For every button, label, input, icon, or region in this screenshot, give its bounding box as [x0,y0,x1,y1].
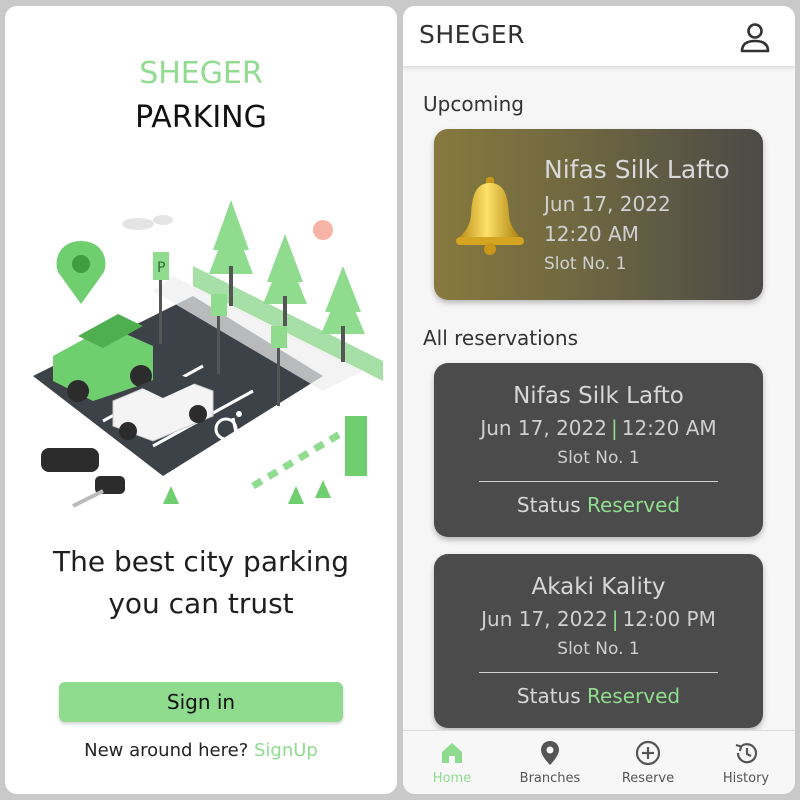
status-value: Reserved [587,493,681,517]
nav-item-home[interactable]: Home [403,731,501,794]
tagline: The best city parking you can trust [5,541,397,625]
upcoming-section-title: Upcoming [423,92,524,116]
reservation-time: 12:00 PM [622,607,716,631]
app-bar: SHEGER [403,6,795,66]
nav-label-branches: Branches [519,771,581,786]
reservation-slot: Slot No. 1 [557,448,640,468]
reservation-time: 12:20 AM [621,416,717,440]
welcome-screen: SHEGER PARKING P The best city parking y… [5,6,397,794]
svg-text:P: P [157,260,165,276]
reservation-datetime: Jun 17, 2022 | 12:20 AM [434,416,763,440]
upcoming-date: Jun 17, 2022 [544,192,671,216]
status-value: Reserved [587,684,681,708]
reservation-date: Jun 17, 2022 [481,607,608,631]
history-icon [735,743,758,764]
nav-label-history: History [722,771,770,786]
card-divider [479,481,718,482]
tagline-line2: you can trust [108,587,294,620]
brand-title-line2: PARKING [135,100,267,135]
status-label: Status [516,684,581,708]
upcoming-branch-name: Nifas Silk Lafto [544,155,730,184]
bottom-navigation: Home Branches Reserve History [403,730,795,794]
bell-icon [456,177,524,255]
home-screen: SHEGER Upcoming Nifas Silk Lafto Jun 17,… [403,6,795,794]
tagline-line1: The best city parking [52,545,350,578]
reservation-card[interactable]: Akaki Kality Jun 17, 2022 | 12:00 PM Slot … [434,554,763,728]
card-divider [479,672,718,673]
signup-prompt: New around here? SignUp [5,740,397,761]
upcoming-reservation-card[interactable]: Nifas Silk Lafto Jun 17, 2022 12:20 AM S… [434,129,763,300]
reservation-status: Status Reserved [434,493,763,517]
location-pin-icon [56,241,106,304]
datetime-separator: | [611,607,619,631]
signup-link[interactable]: SignUp [254,740,318,761]
app-title: SHEGER [419,20,526,49]
home-icon [442,743,462,763]
datetime-separator: | [610,416,618,440]
car-key-icon [41,448,125,508]
all-reservations-title: All reservations [423,326,579,350]
reservation-slot: Slot No. 1 [557,639,640,659]
reservation-date: Jun 17, 2022 [480,416,607,440]
sign-in-button[interactable]: Sign in [59,682,343,722]
nav-item-reserve[interactable]: Reserve [599,731,697,794]
reservation-datetime: Jun 17, 2022 | 12:00 PM [434,607,763,631]
reservation-branch-name: Nifas Silk Lafto [513,383,684,409]
reservation-branch-name: Akaki Kality [531,574,666,600]
location-pin-icon [541,741,559,765]
nav-label-reserve: Reserve [621,771,675,786]
profile-icon[interactable] [737,20,773,56]
nav-item-history[interactable]: History [697,731,795,794]
parking-lot-illustration: P [33,200,383,508]
upcoming-slot: Slot No. 1 [544,254,627,274]
nav-label-home: Home [432,771,472,786]
plus-circle-icon [635,740,661,766]
status-label: Status [516,493,581,517]
brand-title-line1: SHEGER [139,56,263,91]
reservation-card[interactable]: Nifas Silk Lafto Jun 17, 2022 | 12:20 AM S… [434,363,763,537]
reservation-status: Status Reserved [434,684,763,708]
upcoming-time: 12:20 AM [544,222,639,246]
new-around-text: New around here? [84,740,249,761]
nav-item-branches[interactable]: Branches [501,731,599,794]
